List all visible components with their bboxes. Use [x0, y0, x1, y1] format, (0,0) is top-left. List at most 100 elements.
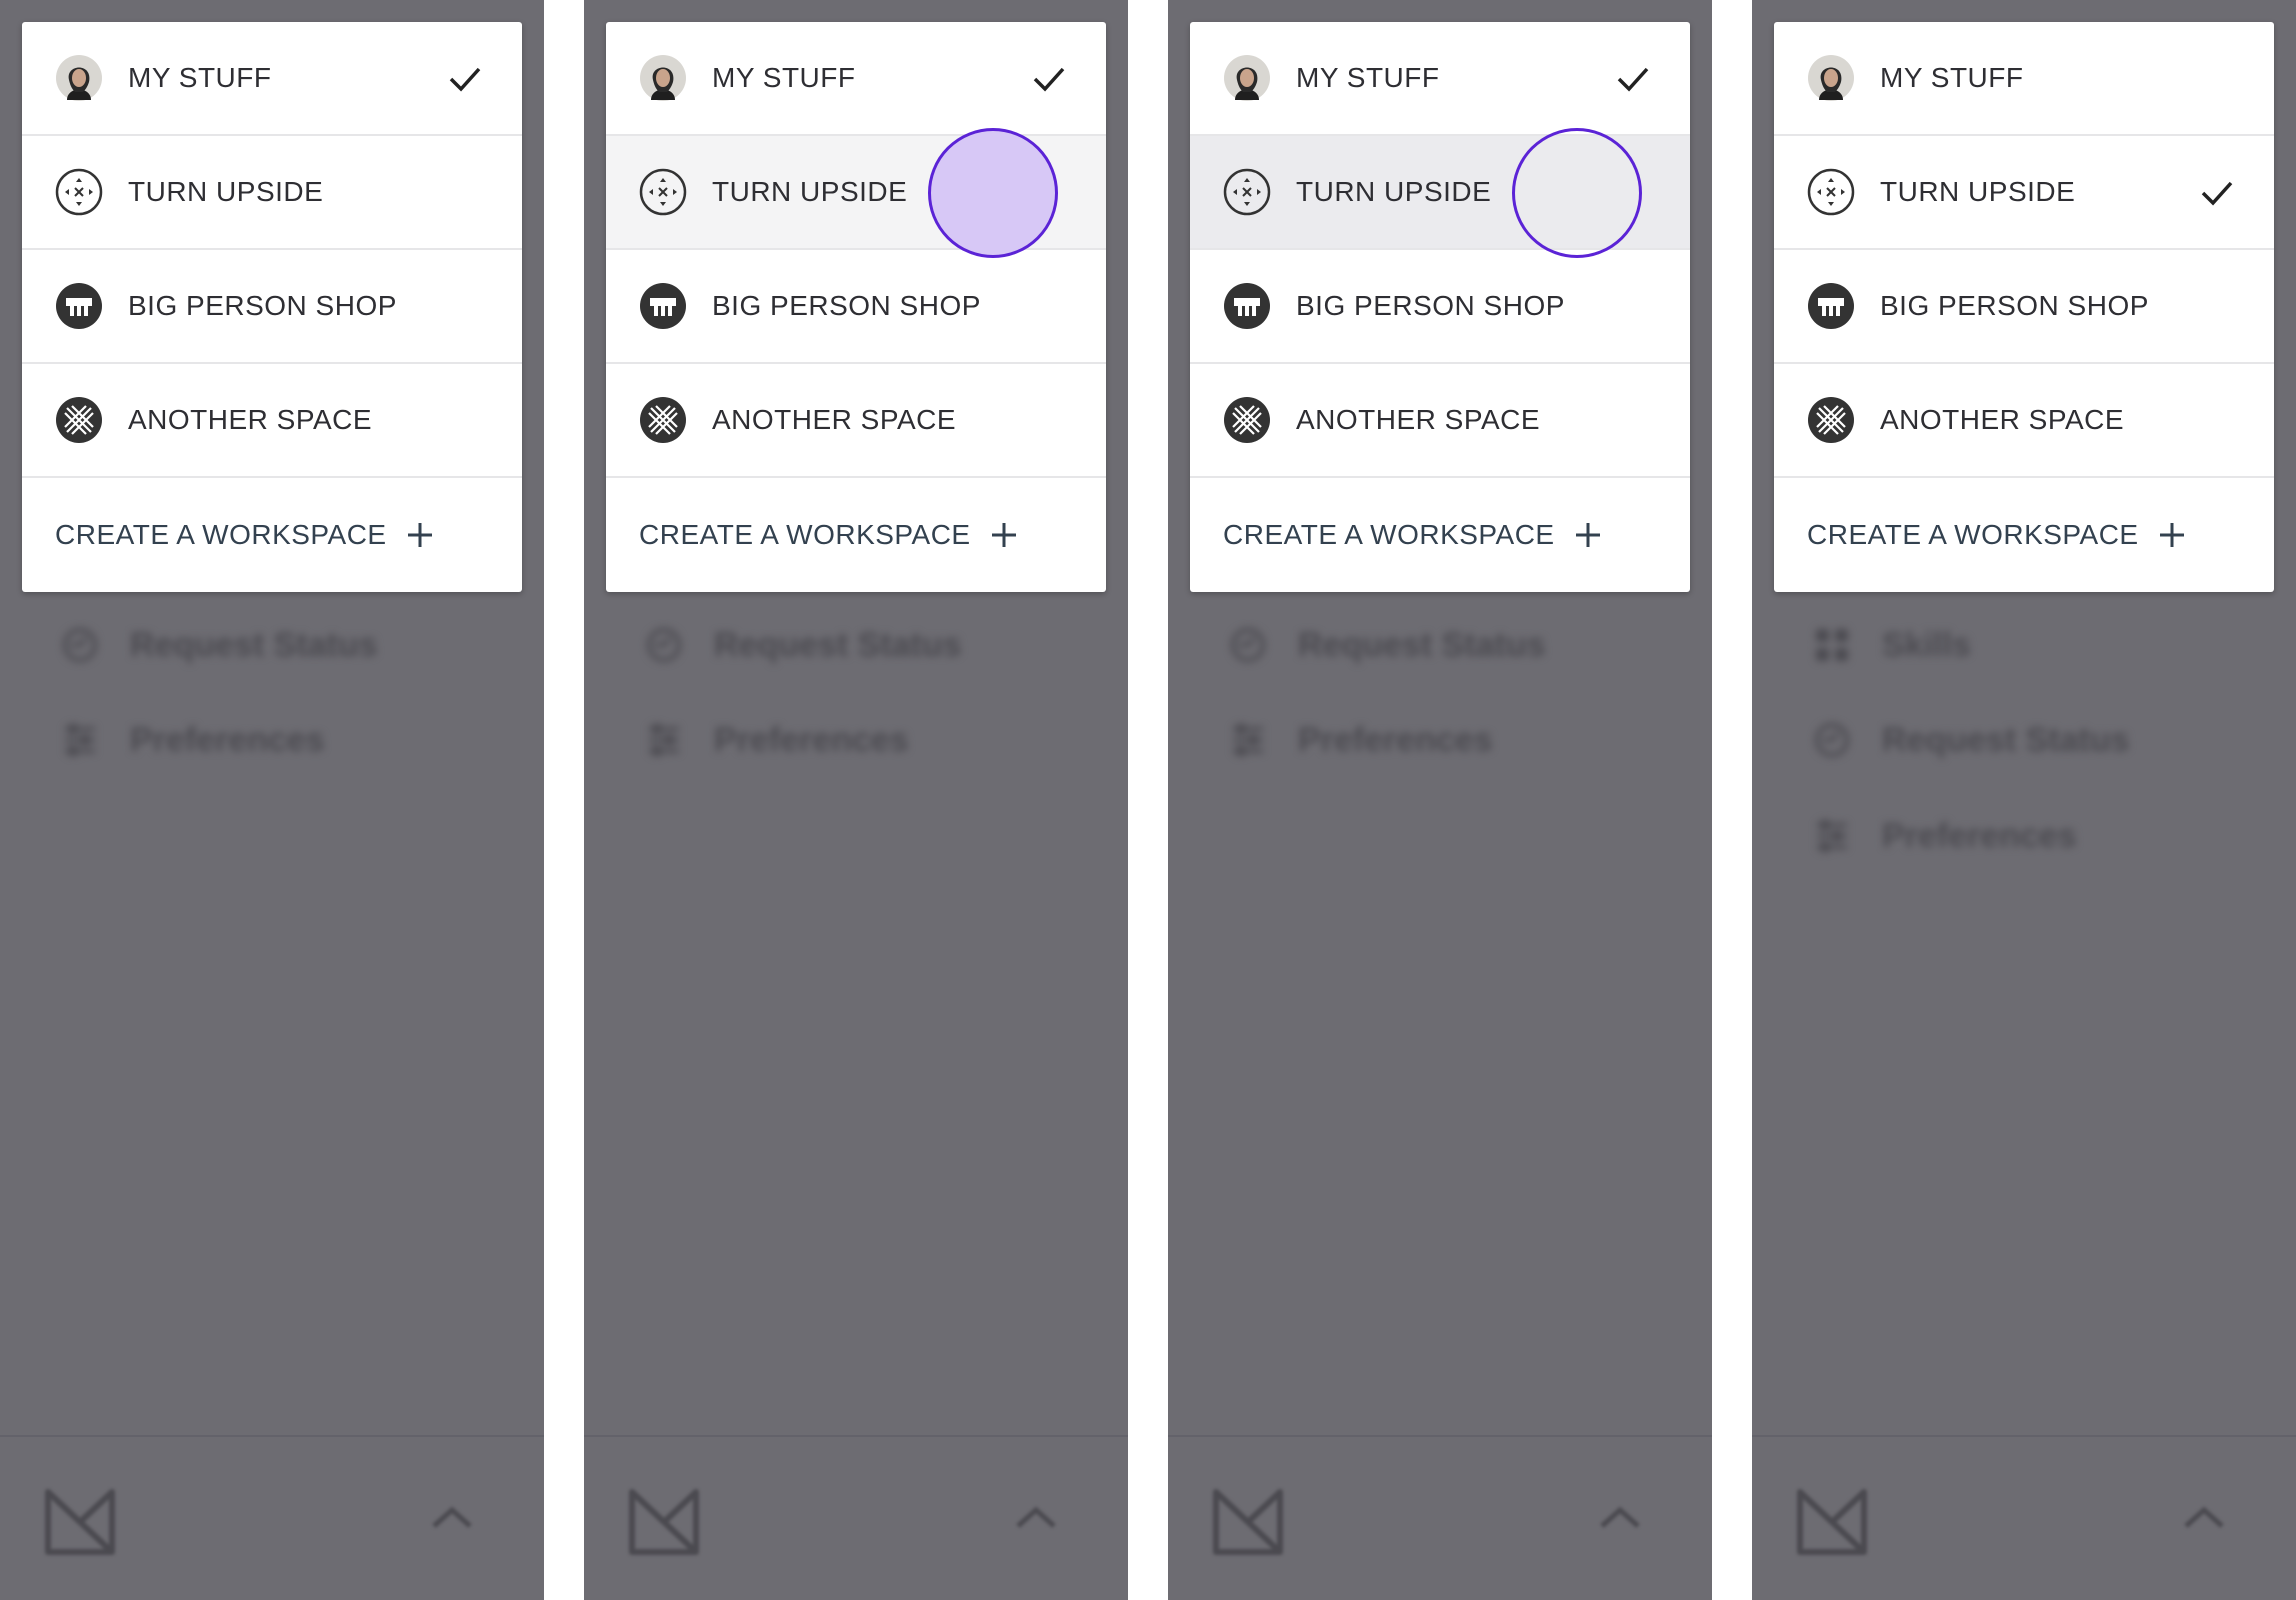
chevron-up-icon[interactable]	[1596, 1502, 1644, 1532]
workspace-label: TURN UPSIDE	[1880, 176, 2076, 207]
footer-divider	[1752, 1435, 2296, 1437]
turn-upside-icon	[1807, 168, 1855, 216]
panel-1: Request Status Preferences MY STUFF TURN…	[0, 0, 544, 1600]
plus-icon	[991, 523, 1016, 547]
chevron-up-icon[interactable]	[2180, 1502, 2228, 1532]
footer-divider	[1168, 1435, 1712, 1437]
big-person-shop-icon	[1808, 283, 1854, 329]
nav-request-status[interactable]: Request Status	[1228, 615, 1546, 675]
nav-label: Preferences	[1882, 816, 2077, 855]
workspace-label: ANOTHER SPACE	[712, 404, 957, 435]
avatar	[56, 55, 102, 101]
workspace-menu: MY STUFF TURN UPSIDE BIG PERSON SHOP ANO…	[1774, 22, 2274, 592]
workspace-label: BIG PERSON SHOP	[1296, 290, 1565, 321]
workspace-label: ANOTHER SPACE	[1296, 404, 1541, 435]
big-person-shop-icon	[56, 283, 102, 329]
nav-preferences[interactable]: Preferences	[1228, 710, 1493, 770]
plus-icon	[407, 523, 432, 547]
workspace-item-big-person-shop[interactable]: BIG PERSON SHOP	[22, 250, 522, 364]
plus-icon	[2159, 523, 2184, 547]
workspace-label: TURN UPSIDE	[712, 176, 908, 207]
create-workspace-button[interactable]: CREATE A WORKSPACE	[1774, 478, 2274, 592]
panel-3: Request Status Preferences MY STUFF TURN…	[1168, 0, 1712, 1600]
nav-request-status[interactable]: Request Status	[1812, 710, 2130, 770]
workspace-label: MY STUFF	[712, 62, 856, 93]
panel-4: Skills Request Status Preferences MY STU…	[1752, 0, 2296, 1600]
create-workspace-label: CREATE A WORKSPACE	[639, 519, 971, 550]
turn-upside-icon	[639, 168, 687, 216]
nav-label: Skills	[1882, 625, 1971, 664]
nav-label: Preferences	[1298, 720, 1493, 759]
workspace-item-big-person-shop[interactable]: BIG PERSON SHOP	[1774, 250, 2274, 364]
clock-icon	[644, 625, 684, 665]
brand-logo-icon	[629, 1489, 699, 1555]
workspace-label: MY STUFF	[1296, 62, 1440, 93]
nav-label: Preferences	[130, 720, 325, 759]
workspace-label: TURN UPSIDE	[128, 176, 324, 207]
sliders-icon	[60, 720, 100, 760]
clock-icon	[1228, 625, 1268, 665]
checkmark-icon	[2201, 181, 2233, 206]
workspace-label: TURN UPSIDE	[1296, 176, 1492, 207]
nav-preferences[interactable]: Preferences	[644, 710, 909, 770]
nav-label: Request Status	[1882, 720, 2130, 759]
workspace-item-my-stuff[interactable]: MY STUFF	[1774, 22, 2274, 136]
nav-label: Request Status	[714, 625, 962, 664]
workspace-label: ANOTHER SPACE	[128, 404, 373, 435]
workspace-menu: MY STUFF TURN UPSIDE BIG PERSON SHOP ANO…	[22, 22, 522, 592]
workspace-menu: MY STUFF TURN UPSIDE BIG PERSON SHOP ANO…	[1190, 22, 1690, 592]
workspace-item-another-space[interactable]: ANOTHER SPACE	[1190, 364, 1690, 478]
chevron-up-icon[interactable]	[428, 1502, 476, 1532]
create-workspace-button[interactable]: CREATE A WORKSPACE	[22, 478, 522, 592]
big-person-shop-icon	[1224, 283, 1270, 329]
sliders-icon	[1228, 720, 1268, 760]
touch-indicator	[1512, 128, 1642, 258]
nav-skills[interactable]: Skills	[1812, 615, 1971, 675]
plus-icon	[1575, 523, 1600, 547]
nav-request-status[interactable]: Request Status	[644, 615, 962, 675]
workspace-item-another-space[interactable]: ANOTHER SPACE	[1774, 364, 2274, 478]
nav-preferences[interactable]: Preferences	[1812, 806, 2077, 866]
nav-preferences[interactable]: Preferences	[60, 710, 325, 770]
checkmark-icon	[1617, 67, 1649, 92]
workspace-item-my-stuff[interactable]: MY STUFF	[1190, 22, 1690, 136]
nav-label: Request Status	[130, 625, 378, 664]
another-space-icon	[1808, 397, 1854, 443]
workspace-item-turn-upside[interactable]: TURN UPSIDE	[1190, 128, 1690, 258]
sliders-icon	[1812, 816, 1852, 856]
brand-logo-icon	[1213, 1489, 1283, 1555]
workspace-item-big-person-shop[interactable]: BIG PERSON SHOP	[606, 250, 1106, 364]
workspace-item-turn-upside[interactable]: TURN UPSIDE	[22, 136, 522, 250]
chevron-up-icon[interactable]	[1012, 1502, 1060, 1532]
sliders-icon	[644, 720, 684, 760]
avatar	[640, 55, 686, 101]
another-space-icon	[640, 397, 686, 443]
clock-icon	[60, 625, 100, 665]
create-workspace-button[interactable]: CREATE A WORKSPACE	[606, 478, 1106, 592]
workspace-item-turn-upside[interactable]: TURN UPSIDE	[1774, 136, 2274, 250]
checkmark-icon	[1033, 67, 1065, 92]
workspace-label: BIG PERSON SHOP	[1880, 290, 2149, 321]
workspace-item-big-person-shop[interactable]: BIG PERSON SHOP	[1190, 250, 1690, 364]
workspace-item-another-space[interactable]: ANOTHER SPACE	[606, 364, 1106, 478]
workspace-item-my-stuff[interactable]: MY STUFF	[22, 22, 522, 136]
workspace-item-another-space[interactable]: ANOTHER SPACE	[22, 364, 522, 478]
panel-2: Request Status Preferences MY STUFF TURN…	[584, 0, 1128, 1600]
turn-upside-icon	[1223, 168, 1271, 216]
workspace-menu: MY STUFF TURN UPSIDE BIG PERSON SHOP ANO…	[606, 22, 1106, 592]
workspace-item-my-stuff[interactable]: MY STUFF	[606, 22, 1106, 136]
workspace-label: MY STUFF	[128, 62, 272, 93]
nav-request-status[interactable]: Request Status	[60, 615, 378, 675]
nav-label: Preferences	[714, 720, 909, 759]
avatar	[1808, 55, 1854, 101]
turn-upside-icon	[55, 168, 103, 216]
footer-divider	[584, 1435, 1128, 1437]
big-person-shop-icon	[640, 283, 686, 329]
avatar	[1224, 55, 1270, 101]
brand-logo-icon	[1797, 1489, 1867, 1555]
workspace-item-turn-upside[interactable]: TURN UPSIDE	[606, 128, 1106, 258]
grid-icon	[1812, 625, 1852, 665]
brand-logo-icon	[45, 1489, 115, 1555]
create-workspace-button[interactable]: CREATE A WORKSPACE	[1190, 478, 1690, 592]
touch-indicator	[928, 128, 1058, 258]
